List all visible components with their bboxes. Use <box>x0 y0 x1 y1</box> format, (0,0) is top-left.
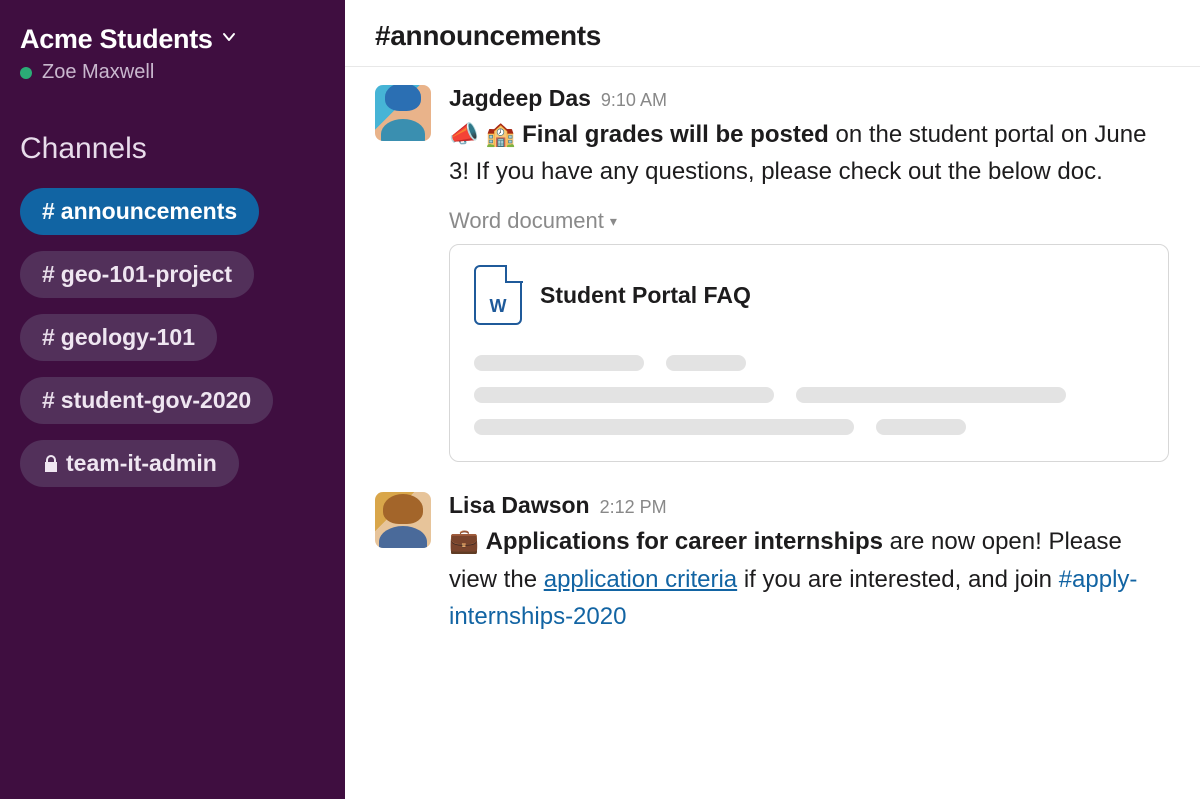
workspace-switcher[interactable]: Acme Students <box>20 24 325 55</box>
attachment-type-toggle[interactable]: Word document ▾ <box>449 208 617 234</box>
channels-heading: Channels <box>20 132 325 166</box>
message-body: Jagdeep Das 9:10 AM 📣 🏫 Final grades wil… <box>449 85 1170 462</box>
emoji-megaphone-school: 📣 🏫 <box>449 121 522 148</box>
hash-icon: # <box>42 387 55 414</box>
file-icon-letter: W <box>490 296 507 317</box>
word-file-icon: W <box>474 265 522 325</box>
channel-geology-101[interactable]: # geology-101 <box>20 314 217 361</box>
channel-student-gov-2020[interactable]: # student-gov-2020 <box>20 377 273 424</box>
message-text: 📣 🏫 Final grades will be posted on the s… <box>449 116 1170 190</box>
caret-down-icon: ▾ <box>610 213 617 230</box>
attachment-preview-skeleton <box>474 355 1144 435</box>
current-user-name: Zoe Maxwell <box>42 61 154 84</box>
channel-title: #announcements <box>375 20 1170 52</box>
channel-label: announcements <box>61 198 237 225</box>
channel-label: team-it-admin <box>66 450 217 477</box>
message-author[interactable]: Lisa Dawson <box>449 492 590 519</box>
message: Jagdeep Das 9:10 AM 📣 🏫 Final grades wil… <box>375 85 1170 462</box>
channel-header: #announcements <box>345 0 1200 67</box>
hash-icon: # <box>42 261 55 288</box>
hash-icon: # <box>42 198 55 225</box>
channel-list: # announcements # geo-101-project # geol… <box>20 188 325 487</box>
message-rest-after-link: if you are interested, and join <box>737 566 1059 593</box>
message-timestamp: 2:12 PM <box>600 497 667 518</box>
message: Lisa Dawson 2:12 PM 💼 Applications for c… <box>375 492 1170 635</box>
emoji-briefcase: 💼 <box>449 528 486 555</box>
message-body: Lisa Dawson 2:12 PM 💼 Applications for c… <box>449 492 1170 635</box>
presence-active-icon <box>20 67 32 79</box>
attachment-type-label: Word document <box>449 208 604 234</box>
message-header: Lisa Dawson 2:12 PM <box>449 492 1170 519</box>
workspace-name: Acme Students <box>20 24 213 55</box>
attachment-title: Student Portal FAQ <box>540 282 751 309</box>
application-criteria-link[interactable]: application criteria <box>544 566 737 593</box>
channel-label: geo-101-project <box>61 261 232 288</box>
channel-geo-101-project[interactable]: # geo-101-project <box>20 251 254 298</box>
message-author[interactable]: Jagdeep Das <box>449 85 591 112</box>
current-user-presence: Zoe Maxwell <box>20 61 325 84</box>
message-bold-lead: Final grades will be posted <box>522 121 829 148</box>
channel-label: student-gov-2020 <box>61 387 251 414</box>
attachment-header: W Student Portal FAQ <box>474 265 1144 325</box>
message-list[interactable]: Jagdeep Das 9:10 AM 📣 🏫 Final grades wil… <box>345 67 1200 799</box>
channel-announcements[interactable]: # announcements <box>20 188 259 235</box>
message-header: Jagdeep Das 9:10 AM <box>449 85 1170 112</box>
avatar[interactable] <box>375 85 431 141</box>
lock-icon <box>42 454 60 474</box>
channel-label: geology-101 <box>61 324 195 351</box>
app-root: Acme Students Zoe Maxwell Channels # ann… <box>0 0 1200 799</box>
avatar[interactable] <box>375 492 431 548</box>
sidebar: Acme Students Zoe Maxwell Channels # ann… <box>0 0 345 799</box>
chevron-down-icon <box>221 29 237 50</box>
channel-team-it-admin[interactable]: team-it-admin <box>20 440 239 487</box>
message-timestamp: 9:10 AM <box>601 90 667 111</box>
attachment-card[interactable]: W Student Portal FAQ <box>449 244 1169 462</box>
main-pane: #announcements Jagdeep Das 9:10 AM 📣 🏫 F… <box>345 0 1200 799</box>
hash-icon: # <box>42 324 55 351</box>
message-bold-lead: Applications for career internships <box>486 528 883 555</box>
message-text: 💼 Applications for career internships ar… <box>449 523 1170 635</box>
